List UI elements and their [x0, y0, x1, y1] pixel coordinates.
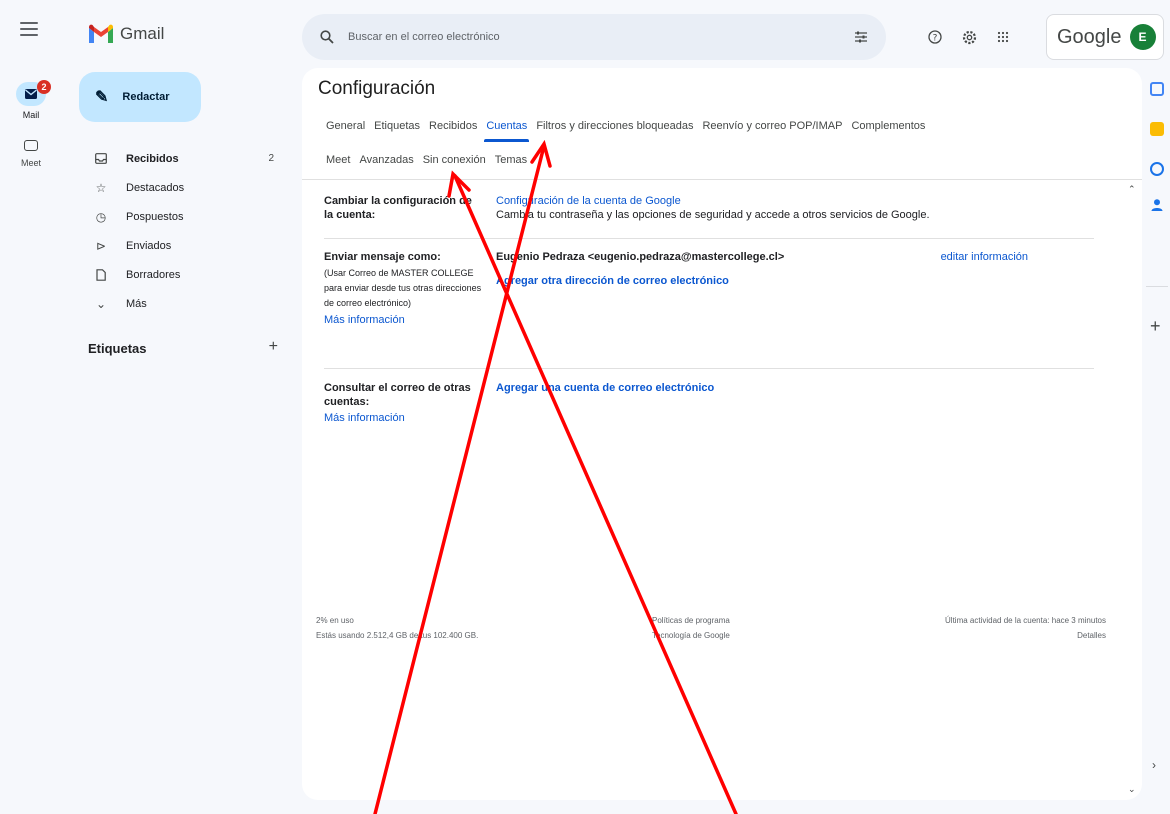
gmail-logo[interactable]: Gmail [88, 24, 164, 44]
last-activity: Última actividad de la cuenta: hace 3 mi… [945, 616, 1106, 625]
check-mail-label: Consultar el correo de otras cuentas: [324, 382, 471, 408]
calendar-icon[interactable] [1150, 82, 1164, 96]
tab-sin-conexión[interactable]: Sin conexión [423, 154, 486, 176]
rail-mail-label: Mail [22, 110, 40, 120]
tab-reenvío-y-correo-pop-imap[interactable]: Reenvío y correo POP/IMAP [702, 120, 842, 142]
tab-temas[interactable]: Temas [495, 154, 527, 176]
send-icon: ⊳ [95, 238, 107, 253]
page-title: Configuración [318, 78, 436, 99]
tab-general[interactable]: General [326, 120, 365, 142]
send-as-identity: Eugenio Pedraza <eugenio.pedraza@masterc… [496, 251, 785, 263]
clock-icon: ◷ [95, 209, 107, 224]
star-icon: ☆ [95, 180, 107, 195]
labels-heading: Etiquetas + [88, 338, 278, 356]
send-as-more-info-link[interactable]: Más información [324, 313, 484, 327]
section-send-as: Enviar mensaje como: (Usar Correo de MAS… [324, 250, 1094, 360]
tab-meet[interactable]: Meet [326, 154, 350, 176]
gmail-m-icon [89, 24, 113, 43]
inbox-count: 2 [268, 153, 274, 164]
sidebar-item-label: Destacados [126, 181, 185, 194]
google-account-box[interactable]: Google E [1046, 14, 1164, 60]
search-icon[interactable] [320, 30, 334, 44]
settings-tabs: General Etiquetas Recibidos Cuentas Filtros … [326, 120, 1126, 188]
section-check-mail: Consultar el correo de otras cuentas: Má… [324, 381, 1094, 431]
add-addon-icon[interactable]: + [1150, 316, 1161, 337]
gmail-wordmark: Gmail [120, 24, 165, 43]
search-options-icon[interactable] [854, 30, 868, 44]
svg-text:?: ? [933, 33, 938, 43]
sidebar-item-more[interactable]: ⌄ Más [80, 289, 290, 318]
sidebar-item-label: Borradores [126, 268, 181, 281]
tab-recibidos[interactable]: Recibidos [429, 120, 477, 142]
tasks-icon[interactable] [1150, 162, 1164, 176]
storage-usage-pct: 2% en uso [316, 616, 354, 625]
section-change-account: Cambiar la configuración de la cuenta: C… [324, 194, 1094, 234]
rail-meet-label: Meet [20, 158, 41, 168]
tab-cuentas[interactable]: Cuentas [484, 120, 530, 142]
compose-label: Redactar [122, 91, 170, 103]
contacts-icon[interactable] [1150, 198, 1164, 217]
add-mail-account-link[interactable]: Agregar una cuenta de correo electrónico [496, 381, 714, 395]
tab-avanzadas[interactable]: Avanzadas [359, 154, 413, 176]
tabs-divider [302, 179, 1142, 180]
add-email-address-link[interactable]: Agregar otra dirección de correo electró… [496, 274, 1096, 288]
sidebar-item-drafts[interactable]: Borradores [80, 260, 290, 289]
sidebar-item-label: Recibidos [126, 152, 179, 165]
details-link[interactable]: Detalles [945, 628, 1106, 643]
program-policies-link[interactable]: Políticas de programa [652, 613, 730, 628]
labels-heading-text: Etiquetas [88, 341, 147, 356]
tab-complementos[interactable]: Complementos [851, 120, 925, 142]
tab-etiquetas[interactable]: Etiquetas [374, 120, 420, 142]
keep-icon[interactable] [1150, 122, 1164, 136]
sidebar-item-inbox[interactable]: Recibidos 2 [80, 144, 290, 173]
app-rail [0, 0, 68, 814]
google-wordmark: Google [1057, 25, 1122, 48]
sidebar-item-label: Pospuestos [126, 210, 184, 223]
help-icon[interactable]: ? [924, 26, 946, 48]
draft-icon [92, 268, 110, 281]
google-account-settings-link[interactable]: Configuración de la cuenta de Google [496, 194, 930, 208]
scroll-down-icon[interactable]: ⌄ [1128, 784, 1136, 795]
pencil-icon: ✎ [95, 89, 109, 106]
section-divider [324, 238, 1094, 239]
add-label-icon[interactable]: + [269, 338, 278, 356]
section-divider [324, 368, 1094, 369]
send-as-description: (Usar Correo de MASTER COLLEGE para envi… [324, 268, 482, 308]
sidebar-item-snoozed[interactable]: ◷ Pospuestos [80, 202, 290, 231]
check-mail-more-info-link[interactable]: Más información [324, 411, 484, 425]
compose-button[interactable]: ✎ Redactar [79, 72, 201, 122]
change-account-desc: Cambia tu contraseña y las opciones de s… [496, 209, 930, 221]
sidebar-nav: Recibidos 2 ☆ Destacados ◷ Pospuestos ⊳ … [80, 144, 290, 318]
side-panel-divider [1146, 286, 1168, 287]
send-as-label: Enviar mensaje como: [324, 251, 441, 263]
powered-by-google: Tecnología de Google [652, 631, 730, 640]
chevron-down-icon: ⌄ [95, 296, 107, 311]
meet-icon[interactable] [24, 140, 38, 151]
storage-usage-detail: Estás usando 2.512,4 GB de tus 102.400 G… [316, 631, 479, 640]
search-bar[interactable] [302, 14, 886, 60]
search-input[interactable] [348, 31, 854, 43]
chevron-right-icon[interactable]: › [1152, 758, 1156, 772]
avatar[interactable]: E [1129, 24, 1156, 50]
inbox-icon [92, 153, 110, 164]
change-account-label: Cambiar la configuración de la cuenta: [324, 195, 472, 221]
settings-panel: Configuración General Etiquetas Recibidos C… [302, 68, 1142, 800]
apps-grid-icon[interactable] [992, 26, 1014, 48]
sidebar-item-label: Más [126, 297, 147, 310]
edit-info-link[interactable]: editar información [941, 250, 1028, 264]
sidebar-item-sent[interactable]: ⊳ Enviados [80, 231, 290, 260]
sidebar-item-label: Enviados [126, 239, 172, 252]
sidebar-item-starred[interactable]: ☆ Destacados [80, 173, 290, 202]
rail-mail-badge: 2 [37, 80, 51, 94]
main-menu-icon[interactable] [20, 22, 38, 36]
scroll-up-icon[interactable]: ⌃ [1128, 184, 1136, 195]
gear-icon[interactable] [958, 26, 980, 48]
tab-filtros-y-direcciones-bloqueadas[interactable]: Filtros y direcciones bloqueadas [536, 120, 693, 142]
